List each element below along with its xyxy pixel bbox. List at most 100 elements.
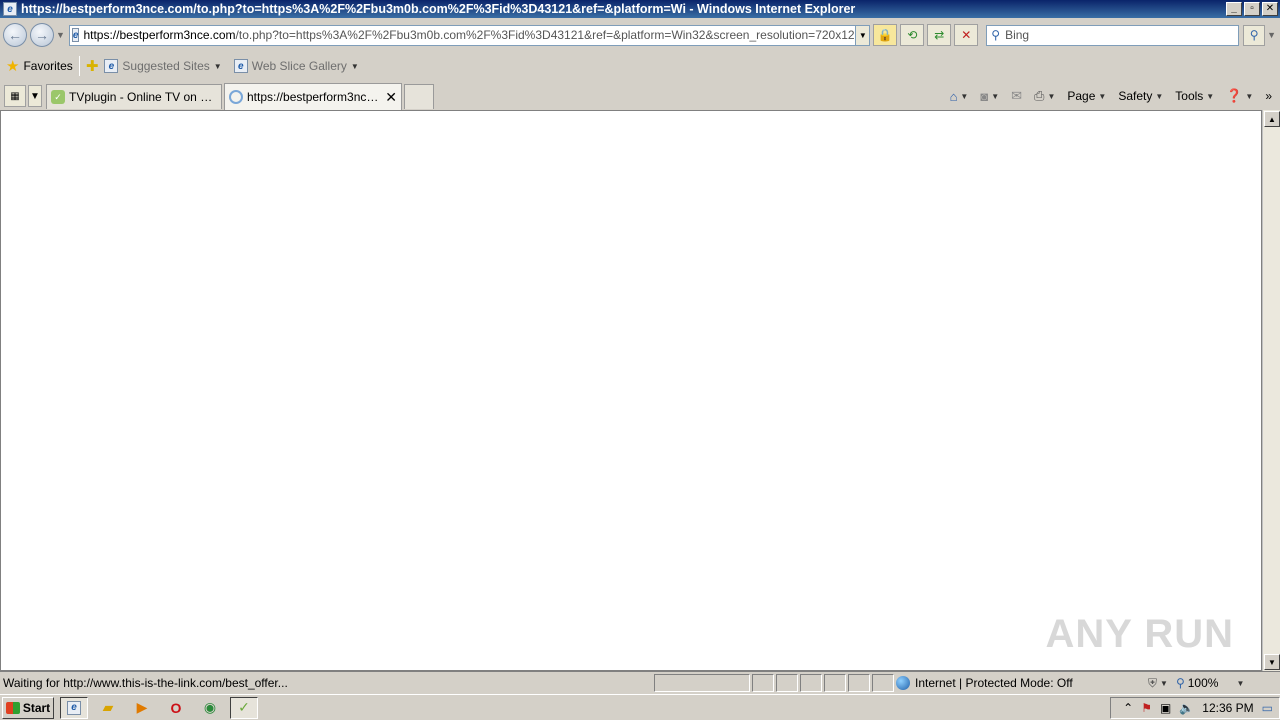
status-cell <box>824 674 846 692</box>
security-zone[interactable]: Internet | Protected Mode: Off <box>894 676 1142 690</box>
lock-icon: 🔒 <box>877 28 893 42</box>
zoom-control[interactable]: ⚲ 100% ▼ <box>1176 676 1244 690</box>
scroll-up-button[interactable]: ▲ <box>1264 111 1280 127</box>
help-icon: ❓ <box>1226 88 1243 103</box>
tray-expand-icon[interactable]: ⌃ <box>1123 701 1133 715</box>
back-arrow-icon: ← <box>7 27 22 43</box>
page-viewport[interactable] <box>0 110 1262 671</box>
address-dropdown-button[interactable]: ▼ <box>856 24 871 46</box>
chevron-down-icon: ▼ <box>1206 91 1215 101</box>
tvplugin-favicon-icon: ✓ <box>51 90 65 104</box>
scroll-down-button[interactable]: ▼ <box>1264 654 1280 670</box>
opera-icon: O <box>170 699 182 716</box>
search-button[interactable]: ⚲ <box>1243 24 1266 46</box>
suggested-sites-link[interactable]: e Suggested Sites ▼ <box>104 59 222 73</box>
loading-icon <box>229 90 243 104</box>
address-input[interactable]: e https://bestperform3nce.com/to.php?to=… <box>68 24 857 46</box>
show-desktop-icon[interactable]: ▭ <box>1262 701 1273 715</box>
toolbar-overflow-button[interactable]: » <box>1265 89 1272 103</box>
page-icon: e <box>71 28 80 42</box>
forward-button[interactable]: → <box>29 23 54 47</box>
protected-mode-button[interactable]: ⛨ ▼ <box>1148 676 1168 691</box>
tab-label: https://bestperform3nce.... <box>247 90 380 104</box>
add-favorite-star-icon: ✚ <box>85 58 99 75</box>
chevron-down-icon: ▼ <box>1155 91 1164 101</box>
close-window-button[interactable]: ✕ <box>1262 2 1278 16</box>
safety-menu-label: Safety <box>1118 89 1153 103</box>
chrome-icon: ◉ <box>203 699 217 715</box>
rss-icon: ◙ <box>980 88 989 104</box>
page-menu[interactable]: Page ▼ <box>1067 89 1106 103</box>
chevron-down-icon: ▼ <box>1098 91 1107 101</box>
stop-button[interactable]: ✕ <box>954 24 979 46</box>
taskbar-opera-button[interactable]: O <box>162 697 190 719</box>
quick-tabs-button[interactable]: ▦ <box>4 85 26 107</box>
minimize-button[interactable]: _ <box>1226 2 1242 16</box>
taskbar-media-player-button[interactable]: ▶ <box>128 697 156 719</box>
search-icon: ⚲ <box>991 28 1001 42</box>
start-label: Start <box>22 700 51 715</box>
ie-page-icon: e <box>233 59 248 73</box>
folder-icon: ▰ <box>102 699 114 715</box>
vertical-scrollbar[interactable]: ▲ ▼ <box>1262 110 1280 671</box>
tab-bestperform3nce[interactable]: https://bestperform3nce.... ✕ <box>224 83 402 110</box>
compatibility-view-button[interactable]: ⟲ <box>900 24 925 46</box>
help-menu[interactable]: ❓ ▼ <box>1226 88 1253 104</box>
tools-menu[interactable]: Tools ▼ <box>1175 89 1214 103</box>
refresh-icon: ⇄ <box>934 28 945 42</box>
home-button[interactable]: ⌂ ▼ <box>950 89 969 104</box>
web-slice-gallery-label: Web Slice Gallery <box>251 59 347 73</box>
ie-page-icon: e <box>104 59 119 73</box>
shield-icon: ⛨ <box>1148 675 1158 690</box>
window-controls: _ ▫ ✕ <box>1226 2 1278 16</box>
action-center-icon[interactable]: ⚑ <box>1141 701 1152 715</box>
history-dropdown[interactable]: ▼ <box>56 30 65 40</box>
anyrun-watermark: ANY RUN <box>1045 612 1234 656</box>
windows-flag-icon <box>5 701 20 714</box>
feeds-button[interactable]: ◙ ▼ <box>980 89 999 104</box>
magnifier-icon: ⚲ <box>1249 28 1259 42</box>
web-slice-gallery-link[interactable]: e Web Slice Gallery ▼ <box>233 59 359 73</box>
favorites-label: Favorites <box>23 59 73 73</box>
status-cell <box>848 674 870 692</box>
close-tab-icon[interactable]: ✕ <box>385 89 397 106</box>
network-icon[interactable]: ▣ <box>1160 701 1171 715</box>
favorites-button[interactable]: ★ Favorites <box>6 57 73 75</box>
status-cell <box>872 674 894 692</box>
status-cell <box>776 674 798 692</box>
grid-icon: ▦ <box>10 90 20 102</box>
tab-list-button[interactable]: ▼ <box>28 85 42 107</box>
new-tab-button[interactable] <box>404 84 434 109</box>
volume-icon[interactable]: 🔈 <box>1179 701 1194 715</box>
read-mail-button[interactable]: ✉ <box>1011 88 1022 104</box>
back-button[interactable]: ← <box>3 23 27 47</box>
search-input[interactable]: ⚲ Bing <box>986 24 1240 46</box>
chevron-down-icon: ▼ <box>1236 678 1245 688</box>
refresh-button[interactable]: ⇄ <box>927 24 952 46</box>
compatibility-icon: ⟲ <box>907 28 918 42</box>
taskbar-chrome-button[interactable]: ◉ <box>196 697 224 719</box>
taskbar-explorer-button[interactable]: ▰ <box>94 697 122 719</box>
window-title: https://bestperform3nce.com/to.php?to=ht… <box>21 2 856 16</box>
taskbar-ie-button[interactable]: e <box>60 696 88 719</box>
address-path: /to.php?to=https%3A%2F%2Fbu3m0b.com%2F%3… <box>235 28 857 42</box>
print-button[interactable]: ⎙ ▼ <box>1034 88 1055 104</box>
suggested-sites-label: Suggested Sites <box>122 59 210 73</box>
clock[interactable]: 12:36 PM <box>1202 701 1253 715</box>
media-player-icon: ▶ <box>136 699 148 715</box>
tab-tvplugin[interactable]: ✓ TVplugin - Online TV on your ... <box>46 84 222 109</box>
restore-button[interactable]: ▫ <box>1244 2 1260 16</box>
chevron-down-icon: ▼ <box>30 90 40 102</box>
taskbar-tvplugin-button[interactable]: ✓ <box>230 696 258 719</box>
globe-icon <box>896 676 910 690</box>
security-lock-button[interactable]: 🔒 <box>873 24 898 46</box>
status-cell <box>752 674 774 692</box>
start-button[interactable]: Start <box>2 696 54 719</box>
tools-menu-label: Tools <box>1175 89 1204 103</box>
command-bar: ⌂ ▼ ◙ ▼ ✉ ⎙ ▼ Page ▼ Safety ▼ Tools ▼ ❓ ▼ » <box>950 86 1272 106</box>
search-options-dropdown[interactable]: ▼ <box>1267 30 1276 40</box>
search-placeholder: Bing <box>1005 28 1030 42</box>
add-to-favorites-bar-button[interactable]: ✚ <box>86 57 99 75</box>
safety-menu[interactable]: Safety ▼ <box>1118 89 1163 103</box>
status-bar: Waiting for http://www.this-is-the-link.… <box>0 671 1280 694</box>
